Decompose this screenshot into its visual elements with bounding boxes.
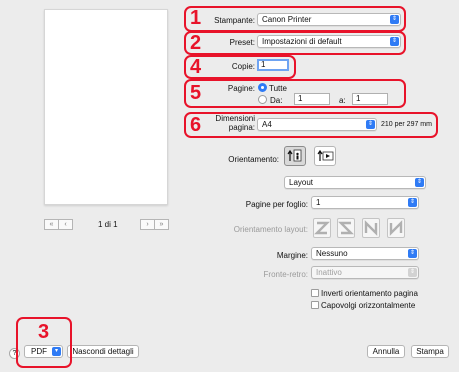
layout-reverse-n-icon <box>389 220 403 236</box>
layout-direction-n-button[interactable] <box>362 218 380 238</box>
orientation-label: Orientamento: <box>228 155 279 164</box>
layout-direction-s-button[interactable] <box>337 218 355 238</box>
two-sided-select[interactable]: Inattivo ⇕ <box>311 266 419 279</box>
callout-6-box <box>184 112 438 138</box>
flip-horizontal-label: Capovolgi orizzontalmente <box>321 301 416 310</box>
landscape-orientation-button[interactable] <box>314 146 336 166</box>
first-page-button[interactable]: « <box>44 219 59 230</box>
chevron-updown-icon: ⇕ <box>408 249 417 258</box>
preview-nav-back: « ‹ <box>44 219 73 230</box>
landscape-icon <box>317 149 334 161</box>
callout-6-number: 6 <box>190 114 202 136</box>
cancel-button[interactable]: Annulla <box>367 345 405 358</box>
hide-details-button[interactable]: Nascondi dettagli <box>67 345 139 358</box>
border-value: Nessuno <box>316 249 348 258</box>
two-sided-value: Inattivo <box>316 268 342 277</box>
layout-s-icon <box>338 221 354 235</box>
callout-3-number: 3 <box>38 321 50 343</box>
next-page-button[interactable]: › <box>140 219 155 230</box>
layout-direction-label: Orientamento layout: <box>233 225 308 234</box>
preview-nav-forward: › » <box>140 219 169 230</box>
chevron-updown-icon: ⇕ <box>408 198 417 207</box>
reverse-orientation-label: Inverti orientamento pagina <box>321 289 418 298</box>
layout-direction-z-button[interactable] <box>313 218 331 238</box>
callout-1-box <box>184 6 406 32</box>
page-counter: 1 di 1 <box>98 220 118 229</box>
flip-horizontal-checkbox[interactable] <box>311 301 319 309</box>
callout-2-number: 2 <box>190 32 202 54</box>
portrait-icon <box>287 149 302 162</box>
callout-1-number: 1 <box>190 7 202 29</box>
prev-page-button[interactable]: ‹ <box>59 219 73 230</box>
layout-direction-reverse-n-button[interactable] <box>387 218 405 238</box>
layout-n-icon <box>364 220 378 236</box>
border-select[interactable]: Nessuno ⇕ <box>311 247 419 260</box>
pages-per-sheet-value: 1 <box>316 198 321 207</box>
pages-per-sheet-select[interactable]: 1 ⇕ <box>311 196 419 209</box>
callout-2-box <box>184 31 406 55</box>
chevron-updown-icon: ⇕ <box>408 268 417 277</box>
section-value: Layout <box>289 178 314 187</box>
chevron-updown-icon: ⇕ <box>415 178 424 187</box>
page-preview <box>44 9 168 205</box>
pages-per-sheet-label: Pagine per foglio: <box>245 200 308 209</box>
callout-4-number: 4 <box>190 56 202 78</box>
portrait-orientation-button[interactable] <box>284 146 306 166</box>
callout-5-box <box>184 79 406 108</box>
two-sided-label: Fronte-retro: <box>263 270 308 279</box>
print-button[interactable]: Stampa <box>411 345 449 358</box>
last-page-button[interactable]: » <box>155 219 169 230</box>
callout-5-number: 5 <box>190 82 202 104</box>
border-label: Margine: <box>276 251 308 260</box>
layout-z-icon <box>314 221 330 235</box>
reverse-orientation-checkbox[interactable] <box>311 289 319 297</box>
section-select[interactable]: Layout ⇕ <box>284 176 426 189</box>
